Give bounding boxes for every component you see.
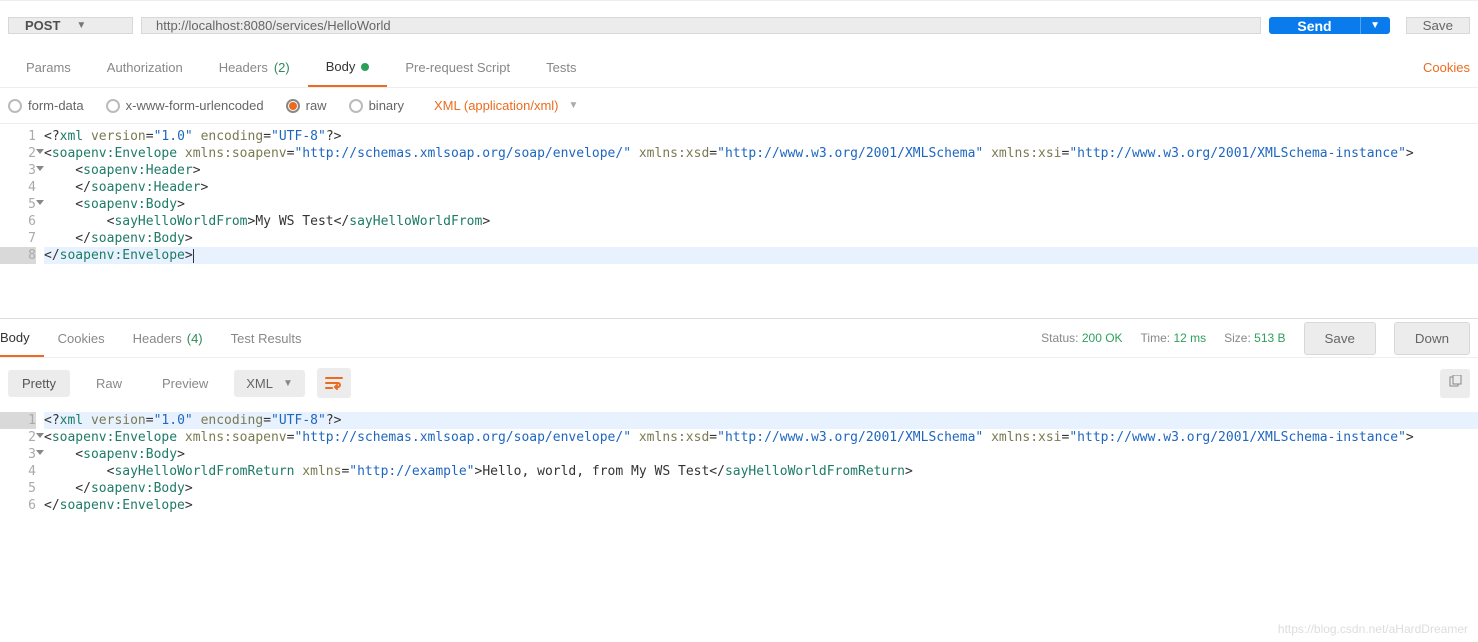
- tab-authorization[interactable]: Authorization: [89, 48, 201, 87]
- radio-checked-icon: [286, 99, 300, 113]
- code-lines: <?xml version="1.0" encoding="UTF-8"?><s…: [44, 128, 1478, 264]
- radio-icon: [8, 99, 22, 113]
- view-preview[interactable]: Preview: [148, 370, 222, 397]
- caret-down-icon: ▼: [569, 100, 579, 111]
- radio-urlencoded[interactable]: x-www-form-urlencoded: [106, 98, 264, 113]
- radio-label: binary: [369, 98, 404, 113]
- radio-label: raw: [306, 98, 327, 113]
- url-input[interactable]: [141, 17, 1261, 34]
- tab-headers[interactable]: Headers (2): [201, 48, 308, 87]
- request-bar: POST ▼ Send ▼ Save: [0, 0, 1478, 48]
- response-tab-headers[interactable]: Headers (4): [119, 319, 217, 357]
- content-type-value: XML (application/xml): [434, 98, 559, 113]
- tab-params[interactable]: Params: [8, 48, 89, 87]
- watermark: https://blog.csdn.net/aHardDreamer: [1278, 622, 1468, 636]
- response-tab-headers-label: Headers: [133, 331, 182, 346]
- response-tab-cookies[interactable]: Cookies: [44, 319, 119, 357]
- size-value: 513 B: [1254, 331, 1285, 345]
- send-button[interactable]: Send: [1269, 17, 1359, 34]
- status-label: Status:: [1041, 331, 1078, 345]
- copy-response-button[interactable]: [1440, 369, 1470, 398]
- size-group: Size: 513 B: [1224, 331, 1285, 345]
- radio-binary[interactable]: binary: [349, 98, 404, 113]
- tab-body[interactable]: Body: [308, 48, 388, 87]
- view-pretty[interactable]: Pretty: [8, 370, 70, 397]
- response-tab-test-results[interactable]: Test Results: [217, 319, 316, 357]
- view-raw[interactable]: Raw: [82, 370, 136, 397]
- radio-icon: [349, 99, 363, 113]
- request-body-editor[interactable]: 12345678 <?xml version="1.0" encoding="U…: [0, 124, 1478, 268]
- radio-form-data[interactable]: form-data: [8, 98, 84, 113]
- tab-body-label: Body: [326, 59, 356, 74]
- tab-headers-label: Headers: [219, 60, 268, 75]
- method-value: POST: [25, 18, 60, 33]
- tab-prerequest[interactable]: Pre-request Script: [387, 48, 528, 87]
- time-value: 12 ms: [1173, 331, 1206, 345]
- caret-down-icon: ▼: [283, 378, 293, 389]
- send-dropdown-button[interactable]: ▼: [1360, 17, 1390, 34]
- response-save-button[interactable]: Save: [1304, 322, 1376, 355]
- body-type-selector: form-data x-www-form-urlencoded raw bina…: [0, 88, 1478, 124]
- save-button[interactable]: Save: [1406, 17, 1470, 34]
- headers-count: (2): [274, 60, 290, 75]
- copy-icon: [1448, 375, 1462, 389]
- send-group: Send ▼: [1269, 17, 1389, 34]
- status-value: 200 OK: [1082, 331, 1123, 345]
- response-format-value: XML: [246, 376, 273, 391]
- response-body-viewer[interactable]: 123456 <?xml version="1.0" encoding="UTF…: [0, 408, 1478, 518]
- tab-tests[interactable]: Tests: [528, 48, 594, 87]
- wrap-lines-button[interactable]: [317, 368, 351, 398]
- radio-label: x-www-form-urlencoded: [126, 98, 264, 113]
- response-headers-count: (4): [187, 331, 203, 346]
- response-format-select[interactable]: XML ▼: [234, 370, 305, 397]
- content-type-select[interactable]: XML (application/xml) ▼: [434, 98, 578, 113]
- line-gutter: 123456: [0, 412, 44, 514]
- time-label: Time:: [1141, 331, 1171, 345]
- response-download-button[interactable]: Down: [1394, 322, 1470, 355]
- request-tabs: Params Authorization Headers (2) Body Pr…: [0, 48, 1478, 88]
- code-lines: <?xml version="1.0" encoding="UTF-8"?><s…: [44, 412, 1478, 514]
- wrap-icon: [325, 376, 343, 390]
- size-label: Size:: [1224, 331, 1251, 345]
- radio-raw[interactable]: raw: [286, 98, 327, 113]
- response-tab-body[interactable]: Body: [0, 319, 44, 357]
- caret-down-icon: ▼: [76, 20, 86, 31]
- response-meta: Status: 200 OK Time: 12 ms Size: 513 B S…: [1041, 322, 1478, 355]
- cookies-link[interactable]: Cookies: [1423, 60, 1470, 75]
- radio-icon: [106, 99, 120, 113]
- method-select[interactable]: POST ▼: [8, 17, 133, 34]
- radio-label: form-data: [28, 98, 84, 113]
- status-group: Status: 200 OK: [1041, 331, 1122, 345]
- line-gutter: 12345678: [0, 128, 44, 264]
- response-tabs-bar: Body Cookies Headers (4) Test Results St…: [0, 318, 1478, 358]
- time-group: Time: 12 ms: [1141, 331, 1207, 345]
- response-view-selector: Pretty Raw Preview XML ▼: [0, 358, 1478, 408]
- body-active-dot-icon: [361, 63, 369, 71]
